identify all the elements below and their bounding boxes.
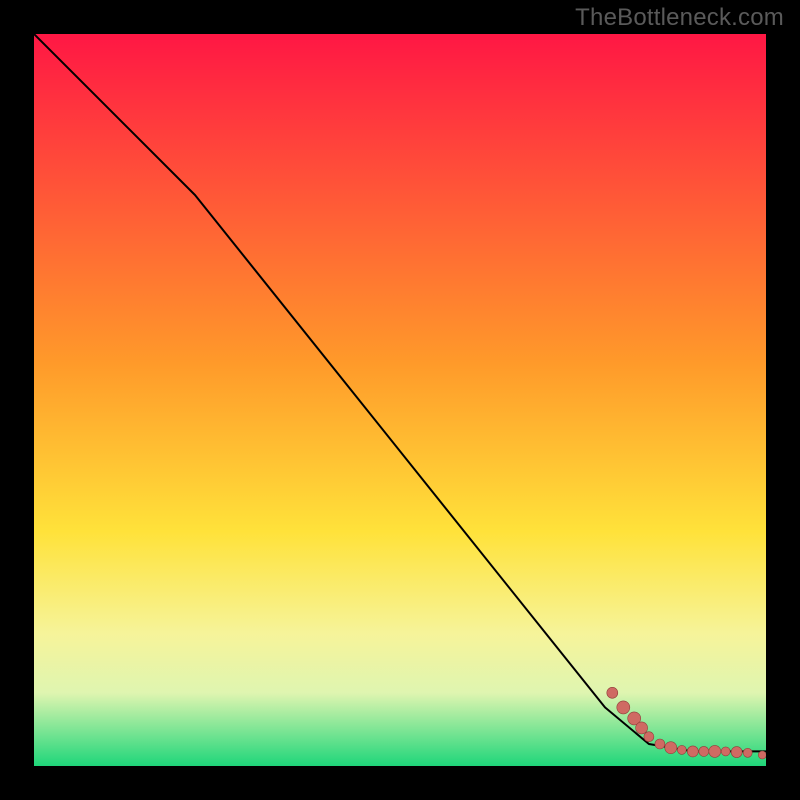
data-point [607,687,618,698]
data-point [699,746,709,756]
data-point [655,739,665,749]
data-point [665,742,677,754]
watermark-text: TheBottleneck.com [575,4,784,32]
data-point [743,748,752,757]
data-point [709,745,721,757]
data-point [636,722,648,734]
plot-svg [34,34,766,766]
chart-container: TheBottleneck.com [0,0,800,800]
data-point [758,751,766,759]
data-point [687,746,698,757]
data-point [677,745,686,754]
data-point [644,732,654,742]
data-point [617,701,630,714]
plot-area [34,34,766,766]
data-point [731,747,742,758]
data-point [721,747,730,756]
